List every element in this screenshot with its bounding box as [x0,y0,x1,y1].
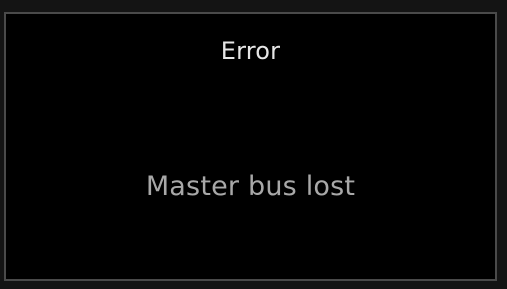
error-dialog: Error Master bus lost [4,12,497,281]
dialog-title: Error [220,37,281,65]
screen: Error Master bus lost [0,0,507,289]
error-message: Master bus lost [145,171,356,202]
